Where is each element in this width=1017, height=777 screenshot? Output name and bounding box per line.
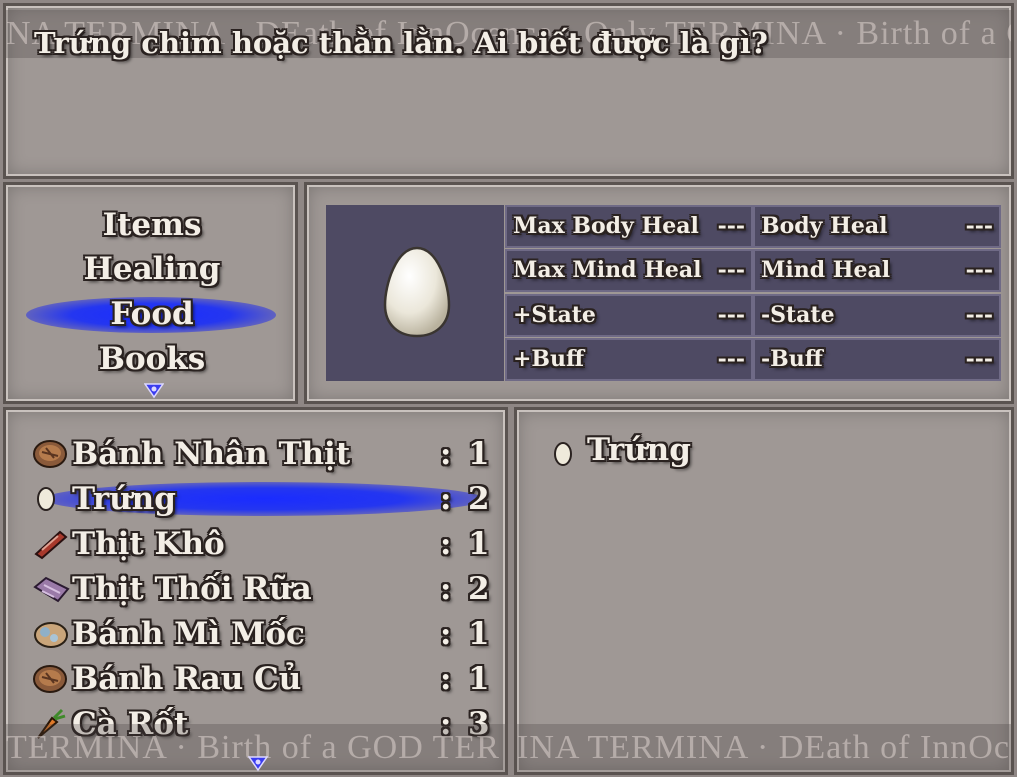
stat-max-mind-heal: Max Mind Heal --- [505,249,753,292]
item-stats-window: Max Body Heal --- Body Heal --- Max Mind H… [304,182,1014,404]
list-item[interactable]: Thịt Khô:1 [32,522,490,566]
stat-minus-buff: -Buff --- [753,338,1001,381]
ticker-banner-bottom-right: INA TERMINA · DEath of InnOcence On [517,724,1011,772]
item-detail-window: Trứng INA TERMINA · DEath of InnOcence O… [514,407,1014,775]
jerky-icon [34,530,68,560]
moldy-bread-icon [34,622,68,648]
rotten-meat-icon [33,576,70,603]
category-window: Items Healing Food Books [3,182,298,404]
category-healing[interactable]: Healing [6,251,298,287]
item-list-window: Bánh Nhân Thịt:1 Trứng:2 Thịt Khô:1 Thịt… [3,407,508,775]
item-preview-panel [326,205,504,381]
scroll-down-arrow-icon[interactable] [248,756,268,772]
stat-minus-state: -State --- [753,294,1001,337]
scroll-down-arrow-icon[interactable] [144,383,164,399]
stat-plus-buff: +Buff --- [505,338,753,381]
stat-plus-state: +State --- [505,294,753,337]
egg-icon [554,442,572,466]
stat-body-heal: Body Heal --- [753,205,1001,248]
category-food[interactable]: Food [6,296,298,332]
list-item[interactable]: Trứng:2 [32,477,490,521]
list-item[interactable]: Bánh Mì Mốc:1 [32,612,490,656]
veggie-pie-icon [33,665,67,693]
meat-pie-icon [33,440,67,468]
message-window: NA TERMINA · DEath of InnOcence · Only T… [3,3,1014,179]
detail-item-name: Trứng [587,432,691,468]
list-item[interactable]: Bánh Nhân Thịt:1 [32,432,490,476]
stat-max-body-heal: Max Body Heal --- [505,205,753,248]
category-books[interactable]: Books [6,341,298,377]
list-item[interactable]: Bánh Rau Củ:1 [32,657,490,701]
list-item[interactable]: Thịt Thối Rữa:2 [32,567,490,611]
egg-icon [37,487,55,511]
stat-mind-heal: Mind Heal --- [753,249,1001,292]
item-description: Trứng chim hoặc thằn lằn. Ai biết được l… [34,26,768,60]
category-items[interactable]: Items [6,207,298,243]
egg-icon [383,246,451,338]
